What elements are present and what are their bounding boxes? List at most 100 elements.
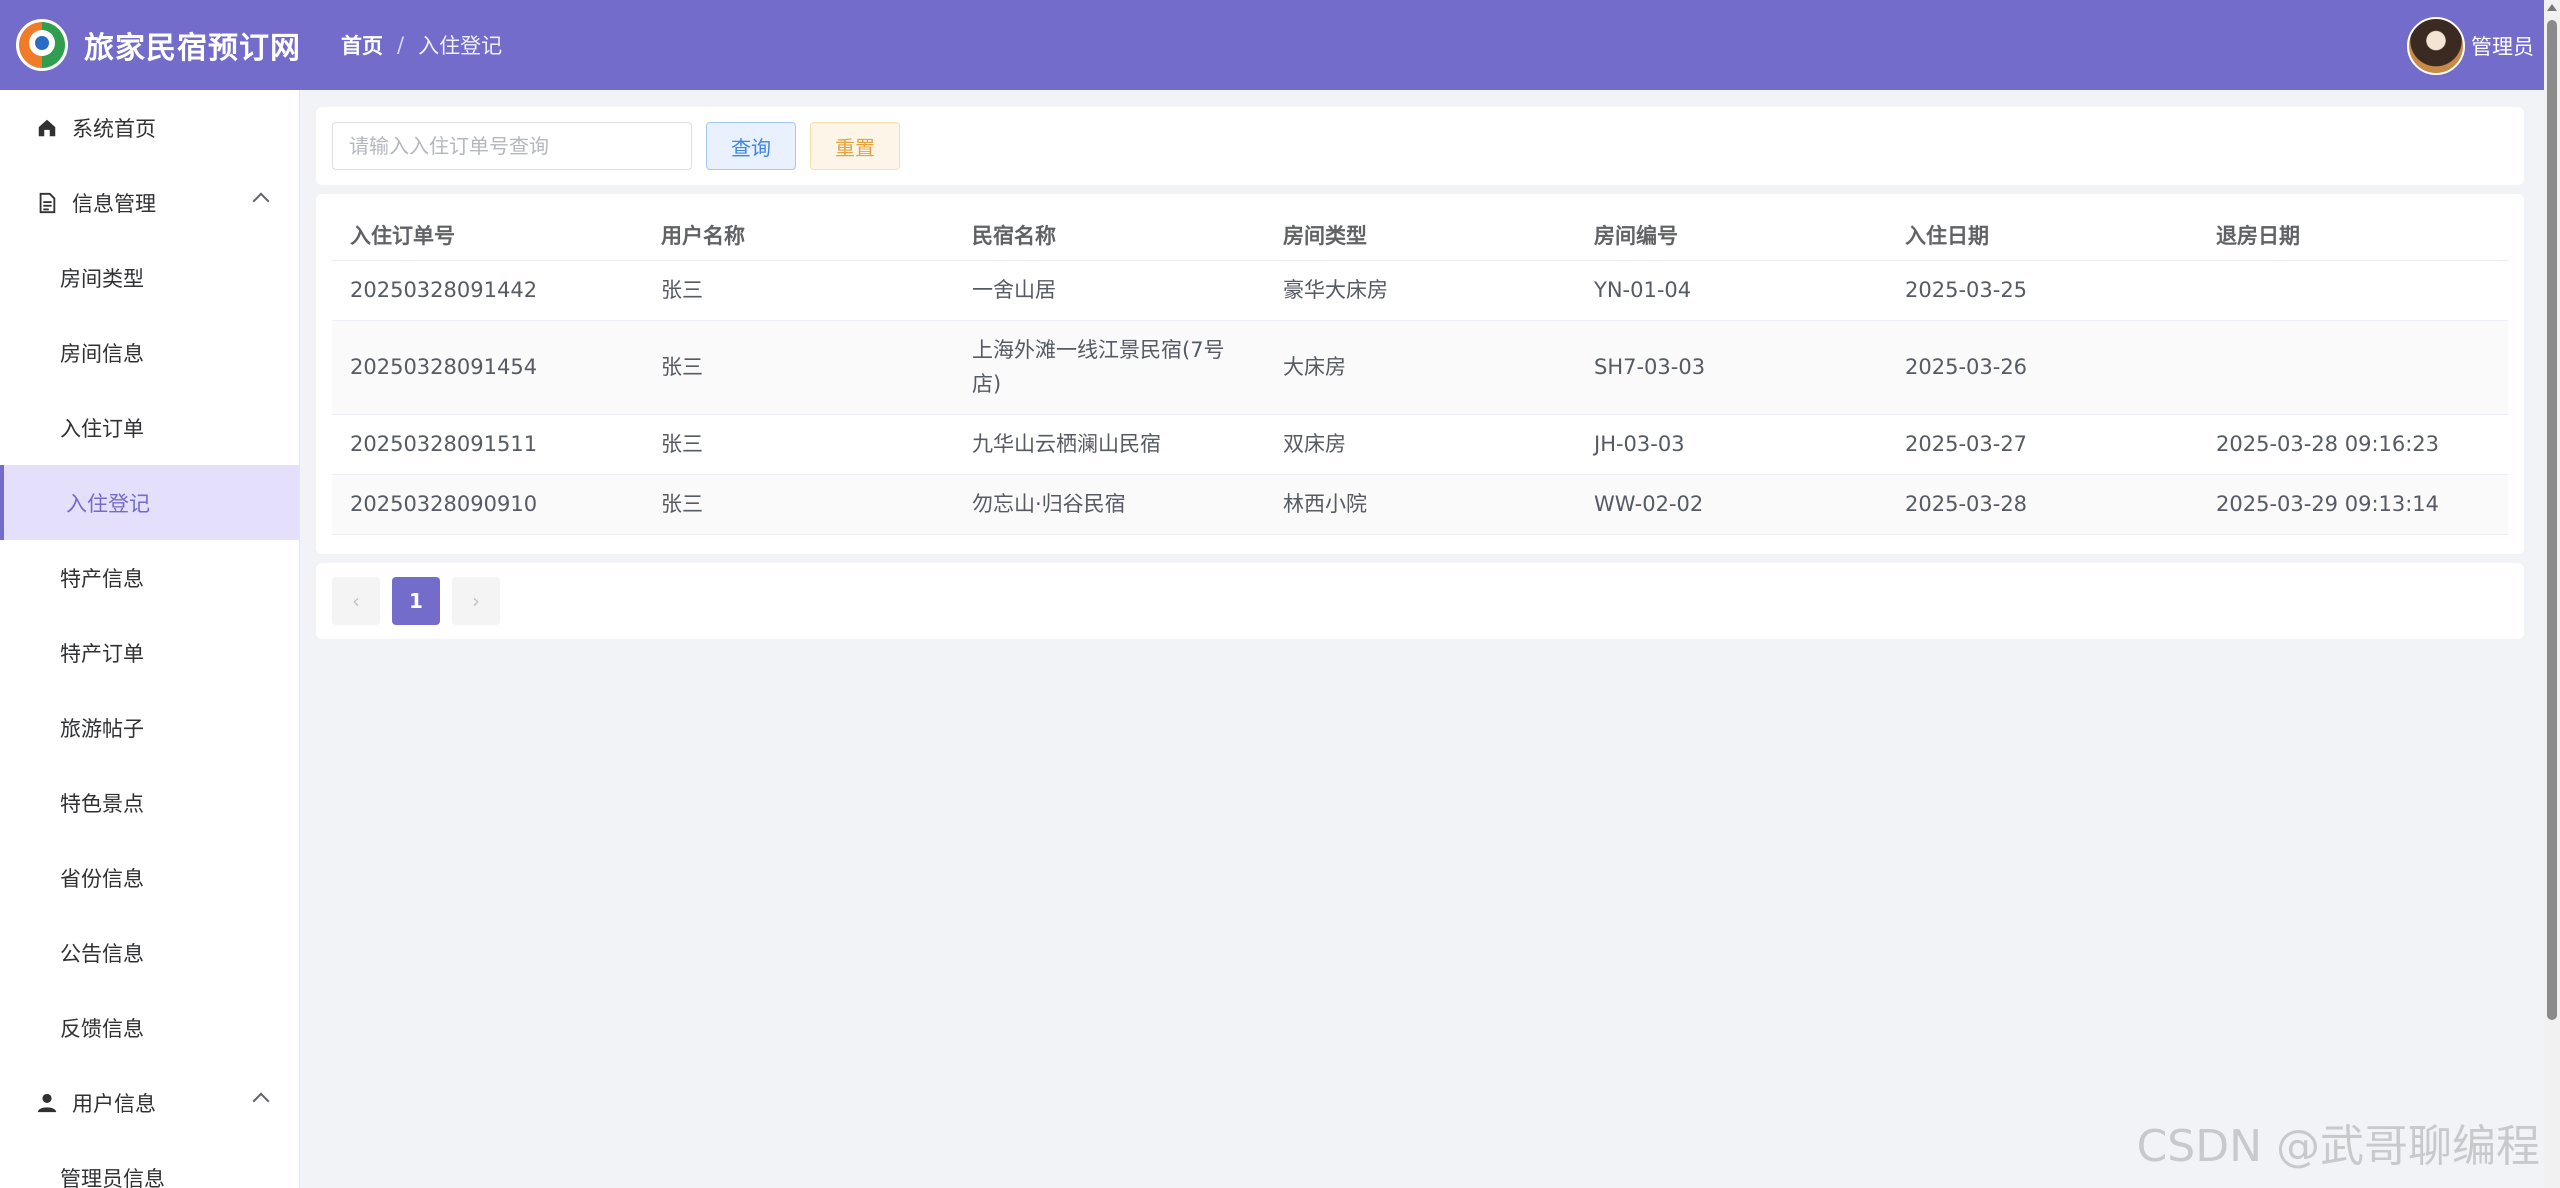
site-logo-icon[interactable] — [16, 19, 68, 71]
cell-order-no: 20250328090910 — [332, 474, 643, 535]
sidebar-item-label: 特产订单 — [60, 641, 144, 666]
table-header-row: 入住订单号 用户名称 民宿名称 房间类型 房间编号 入住日期 退房日期 — [332, 210, 2508, 261]
cell-room-no: SH7-03-03 — [1576, 320, 1887, 415]
sidebar-item-label: 特色景点 — [60, 791, 144, 816]
sidebar-item-label: 管理员信息 — [60, 1166, 165, 1188]
sidebar-item-label: 入住登记 — [66, 491, 150, 516]
sidebar-item-feedback[interactable]: 反馈信息 — [0, 990, 299, 1065]
page-scrollbar[interactable] — [2544, 0, 2560, 1188]
breadcrumb-separator: / — [397, 33, 405, 57]
sidebar-group-user-info[interactable]: 用户信息 — [0, 1065, 299, 1140]
cell-user-name: 张三 — [643, 320, 954, 415]
table-row[interactable]: 20250328091442 张三 一舍山居 豪华大床房 YN-01-04 20… — [332, 260, 2508, 321]
site-title: 旅家民宿预订网 — [84, 31, 301, 66]
chevron-up-icon — [252, 1092, 270, 1110]
pagination: ‹ 1 › — [316, 563, 2524, 639]
table-row[interactable]: 20250328090910 张三 勿忘山·归谷民宿 林西小院 WW-02-02… — [332, 474, 2508, 535]
sidebar-item-notices[interactable]: 公告信息 — [0, 915, 299, 990]
sidebar-item-attractions[interactable]: 特色景点 — [0, 765, 299, 840]
cell-room-no: YN-01-04 — [1576, 260, 1887, 321]
table-row[interactable]: 20250328091454 张三 上海外滩一线江景民宿(7号店) 大床房 SH… — [332, 320, 2508, 415]
sidebar-item-label: 系统首页 — [72, 116, 156, 141]
sidebar-item-room-type[interactable]: 房间类型 — [0, 240, 299, 315]
breadcrumb: 首页 / 入住登记 — [341, 30, 502, 60]
sidebar-item-label: 旅游帖子 — [60, 716, 144, 741]
sidebar-group-info-management[interactable]: 信息管理 — [0, 165, 299, 240]
search-toolbar: 查询 重置 — [316, 107, 2524, 185]
column-header-order-no: 入住订单号 — [332, 210, 643, 261]
sidebar-item-label: 房间类型 — [60, 266, 144, 291]
cell-checkin-date: 2025-03-27 — [1887, 414, 2198, 475]
cell-homestay-name: 上海外滩一线江景民宿(7号店) — [954, 320, 1265, 415]
sidebar-item-label: 房间信息 — [60, 341, 144, 366]
sidebar-item-admin-info[interactable]: 管理员信息 — [0, 1140, 299, 1188]
column-header-checkin-date: 入住日期 — [1887, 210, 2198, 261]
search-input[interactable] — [332, 122, 692, 170]
sidebar-item-provinces[interactable]: 省份信息 — [0, 840, 299, 915]
home-icon — [38, 119, 56, 136]
sidebar: 系统首页 信息管理 房间类型 房间信息 入住订单 入住登记 特产信息 特产订单 … — [0, 90, 300, 1188]
column-header-checkout-date: 退房日期 — [2198, 210, 2508, 261]
breadcrumb-home[interactable]: 首页 — [341, 30, 383, 60]
document-icon — [39, 192, 56, 213]
checkin-table-card: 入住订单号 用户名称 民宿名称 房间类型 房间编号 入住日期 退房日期 2025… — [316, 194, 2524, 554]
cell-checkout-date: 2025-03-28 09:16:23 — [2198, 414, 2508, 475]
cell-homestay-name: 一舍山居 — [954, 260, 1265, 321]
sidebar-item-checkin-orders[interactable]: 入住订单 — [0, 390, 299, 465]
next-page-button[interactable]: › — [452, 577, 500, 625]
cell-homestay-name: 九华山云栖澜山民宿 — [954, 414, 1265, 475]
cell-room-type: 林西小院 — [1265, 474, 1576, 535]
cell-checkin-date: 2025-03-28 — [1887, 474, 2198, 535]
table-row[interactable]: 20250328091511 张三 九华山云栖澜山民宿 双床房 JH-03-03… — [332, 414, 2508, 475]
cell-room-type: 豪华大床房 — [1265, 260, 1576, 321]
user-name[interactable]: 管理员 — [2471, 31, 2534, 61]
column-header-user-name: 用户名称 — [643, 210, 954, 261]
cell-checkout-date — [2198, 320, 2508, 415]
sidebar-item-label: 入住订单 — [60, 416, 144, 441]
scroll-thumb[interactable] — [2547, 20, 2557, 1020]
cell-room-type: 大床房 — [1265, 320, 1576, 415]
user-menu[interactable]: 管理员 — [2407, 17, 2534, 75]
page-number-button[interactable]: 1 — [392, 577, 440, 625]
prev-page-button[interactable]: ‹ — [332, 577, 380, 625]
sidebar-item-label: 反馈信息 — [60, 1016, 144, 1041]
breadcrumb-current: 入住登记 — [418, 34, 503, 58]
cell-checkout-date: 2025-03-29 09:13:14 — [2198, 474, 2508, 535]
scroll-up-icon[interactable] — [2547, 4, 2557, 11]
avatar[interactable] — [2407, 17, 2465, 75]
checkin-table: 入住订单号 用户名称 民宿名称 房间类型 房间编号 入住日期 退房日期 2025… — [332, 210, 2508, 535]
user-icon — [37, 1093, 57, 1112]
sidebar-item-room-info[interactable]: 房间信息 — [0, 315, 299, 390]
sidebar-item-label: 公告信息 — [60, 941, 144, 966]
cell-user-name: 张三 — [643, 474, 954, 535]
cell-checkout-date — [2198, 260, 2508, 321]
cell-room-no: WW-02-02 — [1576, 474, 1887, 535]
cell-order-no: 20250328091511 — [332, 414, 643, 475]
cell-checkin-date: 2025-03-25 — [1887, 260, 2198, 321]
cell-user-name: 张三 — [643, 260, 954, 321]
watermark: CSDN @武哥聊编程 — [2136, 1121, 2540, 1172]
cell-order-no: 20250328091442 — [332, 260, 643, 321]
sidebar-item-label: 信息管理 — [72, 191, 156, 216]
sidebar-item-travel-posts[interactable]: 旅游帖子 — [0, 690, 299, 765]
sidebar-item-checkin-registration[interactable]: 入住登记 — [0, 465, 299, 540]
sidebar-item-label: 用户信息 — [72, 1091, 156, 1116]
query-button[interactable]: 查询 — [706, 122, 796, 170]
cell-order-no: 20250328091454 — [332, 320, 643, 415]
cell-user-name: 张三 — [643, 414, 954, 475]
column-header-room-no: 房间编号 — [1576, 210, 1887, 261]
sidebar-item-specialty-orders[interactable]: 特产订单 — [0, 615, 299, 690]
chevron-up-icon — [252, 192, 270, 210]
sidebar-item-specialty-info[interactable]: 特产信息 — [0, 540, 299, 615]
cell-room-type: 双床房 — [1265, 414, 1576, 475]
sidebar-item-label: 特产信息 — [60, 566, 144, 591]
column-header-room-type: 房间类型 — [1265, 210, 1576, 261]
sidebar-item-label: 省份信息 — [60, 866, 144, 891]
sidebar-item-home[interactable]: 系统首页 — [0, 90, 299, 165]
cell-checkin-date: 2025-03-26 — [1887, 320, 2198, 415]
top-header: 旅家民宿预订网 首页 / 入住登记 管理员 — [0, 0, 2544, 90]
cell-room-no: JH-03-03 — [1576, 414, 1887, 475]
column-header-homestay-name: 民宿名称 — [954, 210, 1265, 261]
cell-homestay-name: 勿忘山·归谷民宿 — [954, 474, 1265, 535]
reset-button[interactable]: 重置 — [810, 122, 900, 170]
